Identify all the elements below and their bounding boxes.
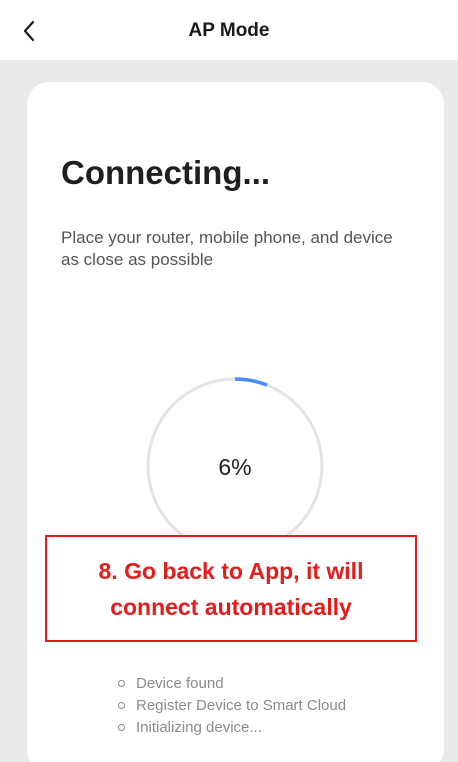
annotation-line-2: connect automatically <box>110 593 352 620</box>
progress-ring: 6% <box>145 376 325 556</box>
ap-mode-screen: AP Mode Connecting... Place your router,… <box>0 0 458 762</box>
instruction-annotation-box: 8. Go back to App, it will connect autom… <box>45 535 417 642</box>
step-label: Device found <box>136 674 224 692</box>
step-device-found: Device found <box>118 672 346 694</box>
step-bullet-icon <box>118 723 125 731</box>
step-register-device: Register Device to Smart Cloud <box>118 694 346 716</box>
progress-percent: 6% <box>218 454 252 480</box>
step-bullet-icon <box>118 679 125 687</box>
step-label: Initializing device... <box>136 718 262 736</box>
placement-instruction: Place your router, mobile phone, and dev… <box>61 228 393 269</box>
annotation-line-1: 8. Go back to App, it will <box>98 557 364 584</box>
header-bar: AP Mode <box>0 0 458 60</box>
connecting-card: Connecting... Place your router, mobile … <box>27 82 444 762</box>
connecting-heading: Connecting... <box>61 154 270 191</box>
connection-steps-list: Device found Register Device to Smart Cl… <box>118 672 346 738</box>
step-label: Register Device to Smart Cloud <box>136 696 347 714</box>
step-bullet-icon <box>118 701 125 709</box>
step-initializing: Initializing device... <box>118 716 346 738</box>
page-title: AP Mode <box>188 20 270 41</box>
